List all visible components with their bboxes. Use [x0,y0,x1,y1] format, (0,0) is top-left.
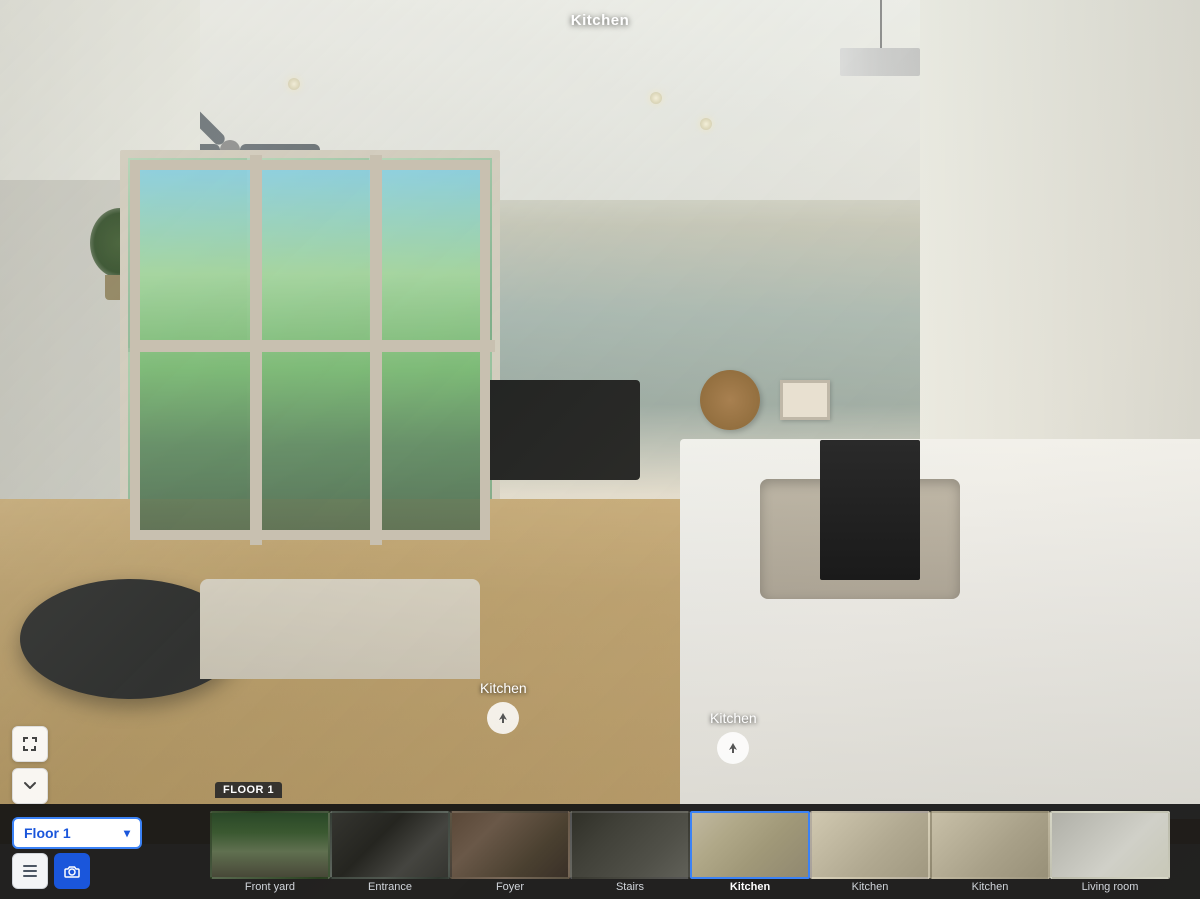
tv [480,380,640,480]
thumbnail-image-kitchen3 [930,811,1050,879]
thumbnail-image-livingroom [1050,811,1170,879]
thumbnail-label-kitchen2: Kitchen [852,881,889,893]
floor-dropdown-arrow: ▾ [124,826,130,840]
thumbnail-item-foyer[interactable]: Foyer [450,811,570,893]
recessed-light-3 [650,92,662,104]
navigate-circle-kitchen[interactable] [487,702,519,734]
thumbnail-image-stairs [570,811,690,879]
thumbnail-image-foyer [450,811,570,879]
arrow-icon-right [726,741,740,755]
thumbnail-item-kitchen2[interactable]: Kitchen [810,811,930,893]
navigate-circle-kitchen-right[interactable] [717,732,749,764]
action-buttons [12,853,90,889]
thumbnail-image-entrance [330,811,450,879]
thumbnail-item-entrance[interactable]: Entrance [330,811,450,893]
thumbnail-image-kitchen-active [690,811,810,879]
wall-picture [780,380,830,420]
thumbnail-label-frontyard: Front yard [245,881,295,893]
recessed-light-4 [700,118,712,130]
thumbnail-label-stairs: Stairs [616,881,644,893]
floor-label: Floor 1 [24,825,71,841]
chevron-down-icon [21,777,39,795]
thumbnail-item-kitchen-active[interactable]: Kitchen [690,811,810,893]
wall-decor-basket [700,370,760,430]
thumbnail-label-entrance: Entrance [368,881,412,893]
thumbnail-image-kitchen2 [810,811,930,879]
recessed-light-1 [288,78,300,90]
thumbnails-container: Front yard Entrance Foyer [210,804,1170,899]
floor-badge: FLOOR 1 [215,782,282,798]
panorama-view[interactable]: Kitchen Kitchen Kitchen [0,0,1200,899]
expand-button[interactable] [12,726,48,762]
thumbnail-label-livingroom: Living room [1082,881,1139,893]
thumbnail-label-kitchen-active: Kitchen [730,881,770,893]
list-icon [22,863,38,879]
kitchen-island [680,439,1200,819]
thumbnail-strip: FLOOR 1 Front yard Entrance [0,804,1200,899]
thumbnail-label-foyer: Foyer [496,881,524,893]
console-shelf [820,440,920,580]
hotspot-kitchen-right[interactable]: Kitchen [710,710,757,764]
thumbnail-item-frontyard[interactable]: Front yard [210,811,330,893]
floor-dropdown[interactable]: Floor 1 ▾ [12,817,142,849]
thumbnail-item-stairs[interactable]: Stairs [570,811,690,893]
camera-icon [64,863,80,879]
top-room-label: Kitchen [571,12,630,29]
room-scene [0,0,1200,899]
thumbnail-image-frontyard [210,811,330,879]
expand-icon [21,735,39,753]
thumbnail-label-kitchen3: Kitchen [972,881,1009,893]
floor-selector[interactable]: Floor 1 ▾ [12,817,142,849]
thumbnail-item-kitchen3[interactable]: Kitchen [930,811,1050,893]
arrow-icon [496,711,510,725]
hotspot-kitchen-center[interactable]: Kitchen [480,680,527,734]
window-exterior-view [130,160,490,540]
list-view-button[interactable] [12,853,48,889]
sofa [200,579,480,679]
photo-mode-button[interactable] [54,853,90,889]
left-controls [12,726,48,804]
chevron-down-button[interactable] [12,768,48,804]
thumbnail-item-livingroom[interactable]: Living room [1050,811,1170,893]
